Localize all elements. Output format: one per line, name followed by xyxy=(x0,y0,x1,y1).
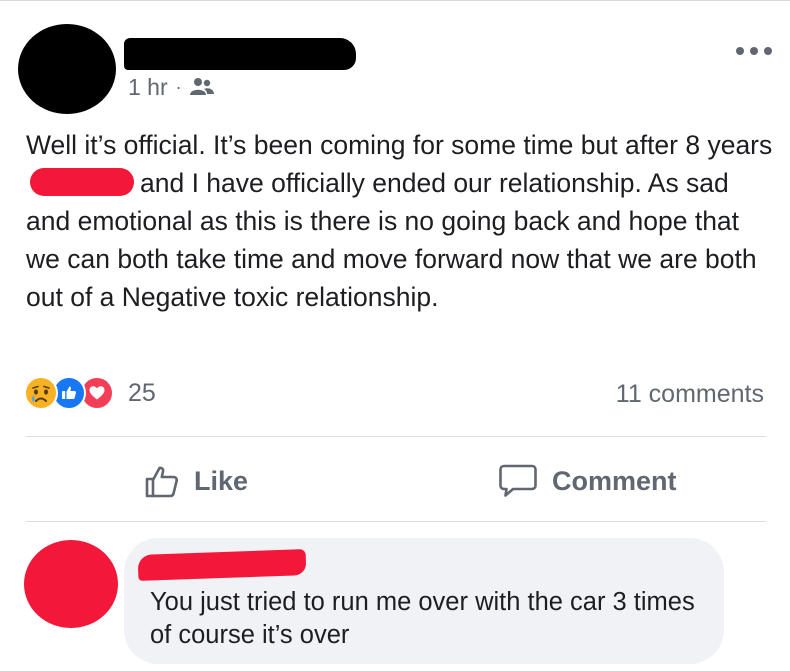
meta-separator: · xyxy=(175,77,182,97)
commenter-avatar-redacted[interactable] xyxy=(24,540,118,628)
more-dot-icon xyxy=(764,47,772,55)
divider xyxy=(26,521,766,522)
reactions-summary[interactable]: 25 xyxy=(24,376,156,410)
thumbs-up-icon xyxy=(144,464,180,498)
tagged-name-redacted xyxy=(30,168,134,196)
comments-count-link[interactable]: 11 comments xyxy=(616,380,764,409)
comment-bubble-icon xyxy=(498,463,538,499)
poster-avatar-redacted[interactable] xyxy=(18,24,116,114)
poster-name-redacted[interactable] xyxy=(124,38,356,70)
post-timestamp[interactable]: 1 hr xyxy=(128,74,168,101)
comment-bubble: You just tried to run me over with the c… xyxy=(124,538,724,664)
top-divider xyxy=(0,0,790,1)
more-options-button[interactable] xyxy=(736,44,772,58)
comment-text: You just tried to run me over with the c… xyxy=(150,588,695,649)
post-text-part1: Well it’s official. It’s been coming for… xyxy=(26,130,773,160)
commenter-name-redacted[interactable] xyxy=(137,549,307,581)
more-dot-icon xyxy=(736,47,744,55)
post-body: Well it’s official. It’s been coming for… xyxy=(26,126,776,316)
sad-reaction-icon xyxy=(24,376,58,410)
comment-button[interactable]: Comment xyxy=(498,458,677,504)
comment-label: Comment xyxy=(552,465,677,496)
more-dot-icon xyxy=(750,47,758,55)
friends-icon[interactable] xyxy=(189,77,214,97)
reaction-count: 25 xyxy=(128,378,156,407)
post-meta: 1 hr · xyxy=(128,74,214,100)
divider xyxy=(26,436,766,437)
post-text-part2: and I have officially ended our relation… xyxy=(26,168,757,312)
like-label: Like xyxy=(194,465,249,496)
like-button[interactable]: Like xyxy=(144,458,248,504)
